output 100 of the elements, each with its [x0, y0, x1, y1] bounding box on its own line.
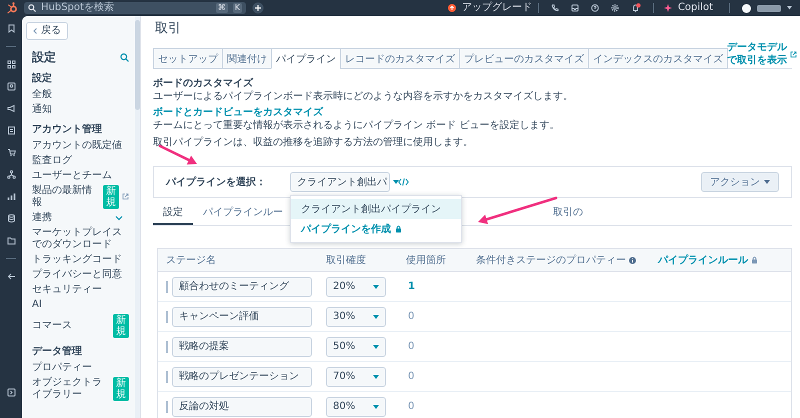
probability-select[interactable]: 70% [326, 366, 386, 386]
dropdown-option[interactable]: クライアント創出パイプライン [291, 199, 461, 219]
avatar-icon[interactable] [742, 4, 751, 12]
tab[interactable]: 関連付け [222, 48, 272, 69]
section-heading: ボードのカスタマイズ [153, 77, 254, 90]
folder-icon[interactable] [6, 236, 16, 245]
sidebar-item[interactable]: オブジェクトライブラリー [32, 376, 110, 400]
expand-icon[interactable] [6, 388, 16, 397]
data-model-link[interactable]: データモデルで取引を表示 [727, 41, 788, 67]
action-button[interactable]: アクション [701, 172, 779, 192]
grid-icon[interactable] [6, 60, 16, 69]
upgrade-link[interactable]: アップグレード [462, 1, 532, 15]
tab[interactable]: セットアップ [153, 48, 223, 69]
section-heading: アカウント管理 [32, 123, 103, 136]
usage-count: 0 [407, 401, 414, 412]
sidebar-item[interactable]: 製品の最新情報 [32, 184, 100, 208]
tab[interactable]: レコードのカスタマイズ [340, 48, 460, 69]
column-header: 条件付きステージのプロパティー [476, 254, 626, 266]
description: ユーザーによるパイプラインボード表示時にどのような内容を示すかをカスタマイズします。 [153, 90, 574, 103]
document-icon[interactable] [6, 126, 16, 135]
column-header: 使用箇所 [406, 254, 446, 266]
bookmark-icon[interactable] [6, 24, 16, 33]
shortcut-key: ⌘ [216, 3, 228, 13]
caret-icon[interactable] [373, 344, 379, 348]
sprocket-logo-icon [6, 2, 18, 14]
megaphone-icon[interactable] [6, 104, 16, 113]
new-badge: 新規 [113, 376, 129, 400]
network-icon[interactable] [6, 170, 16, 179]
usage-count-link[interactable]: 1 [406, 281, 415, 292]
sidebar-item[interactable]: マーケットプレイスでのダウンロード [32, 226, 129, 250]
caret-icon[interactable] [373, 314, 379, 318]
probability-select[interactable]: 20% [326, 276, 386, 296]
bar-chart-icon[interactable] [6, 192, 16, 201]
column-header: 取引確度 [326, 254, 366, 266]
stage-name-field[interactable]: 顧合わせのミーティング [172, 276, 312, 296]
search-icon [28, 4, 36, 12]
new-badge: 新規 [103, 184, 119, 208]
sidebar-item[interactable]: 全般 [32, 88, 52, 100]
annotation-arrow [158, 144, 197, 165]
search-field[interactable]: HubSpotを検索 ⌘ K [24, 2, 246, 14]
search-icon[interactable] [120, 52, 129, 62]
sidebar-item[interactable]: セキュリティー [32, 284, 102, 296]
sparkle-icon[interactable] [664, 4, 672, 12]
subtab[interactable]: パイプラインルー [193, 202, 293, 225]
database-icon[interactable] [6, 214, 16, 223]
tab[interactable]: パイプライン [271, 48, 341, 69]
page-title: 取引 [155, 21, 182, 37]
tab[interactable]: インデックスのカスタマイズ [588, 48, 728, 69]
sidebar-item[interactable]: プライバシーと同意 [32, 268, 122, 280]
drag-handle-icon [166, 400, 168, 412]
stage-name-field[interactable]: キャンペーン評価 [172, 306, 312, 326]
subtab[interactable]: 取引の [543, 202, 593, 225]
caret-icon[interactable] [787, 6, 792, 10]
add-button-icon[interactable] [252, 2, 264, 14]
customize-link[interactable]: ボードとカードビューをカスタマイズ [153, 107, 323, 118]
back-arrow-icon[interactable] [6, 272, 16, 281]
contacts-icon[interactable] [6, 82, 16, 91]
notifications-icon[interactable] [630, 3, 641, 13]
code-icon[interactable] [398, 178, 409, 186]
usage-count: 0 [407, 311, 414, 322]
sidebar-item[interactable]: 通知 [32, 104, 52, 116]
upgrade-icon[interactable] [448, 4, 456, 12]
caret-icon[interactable] [373, 284, 379, 288]
drag-handle-icon [166, 340, 168, 352]
new-badge: 新規 [113, 314, 129, 338]
sidebar-item[interactable]: AI [32, 298, 42, 310]
subtab[interactable]: 設定 [153, 202, 193, 225]
sidebar-item[interactable]: ユーザーとチーム [32, 170, 112, 182]
caret-icon[interactable] [373, 374, 379, 378]
sidebar-item[interactable]: 連携 [32, 212, 52, 224]
cart-icon[interactable] [6, 148, 16, 157]
back-button[interactable]: 戻る [26, 22, 68, 40]
caret-icon[interactable] [373, 404, 379, 408]
probability-select[interactable]: 30% [326, 306, 386, 326]
stage-name-field[interactable]: 反論の対処 [172, 396, 312, 416]
probability-select[interactable]: 80% [326, 396, 386, 416]
sidebar-item[interactable]: コマース [32, 320, 72, 332]
sidebar-item[interactable]: トラッキングコード [32, 254, 122, 266]
tab[interactable]: プレビューのカスタマイズ [459, 48, 589, 69]
copilot-button[interactable]: Copilot [678, 1, 713, 15]
caret-icon[interactable] [764, 180, 770, 184]
chevron-left-icon [33, 28, 37, 34]
blurred-name [757, 4, 781, 12]
settings-icon[interactable] [610, 4, 619, 12]
phone-icon[interactable] [550, 4, 559, 12]
stage-name-field[interactable]: 戦略のプレゼンテーション [172, 366, 312, 386]
search-placeholder: HubSpotを検索 [41, 2, 115, 14]
dropdown-option[interactable]: パイプラインを作成 [291, 219, 461, 239]
drag-handle-icon [166, 280, 168, 292]
sidebar-item[interactable]: 監査ログ [32, 154, 72, 166]
inbox-icon[interactable] [570, 4, 579, 12]
sidebar-title: 設定 [32, 50, 56, 64]
stage-name-field[interactable]: 戦略の提案 [172, 336, 312, 356]
chevron-icon[interactable] [115, 214, 123, 220]
sidebar-item[interactable]: プロパティー [32, 362, 92, 374]
caret-icon[interactable] [393, 180, 399, 184]
help-icon[interactable] [590, 4, 599, 12]
probability-select[interactable]: 50% [326, 336, 386, 356]
shortcut-key: K [232, 3, 242, 13]
sidebar-item[interactable]: アカウントの既定値 [32, 140, 122, 152]
